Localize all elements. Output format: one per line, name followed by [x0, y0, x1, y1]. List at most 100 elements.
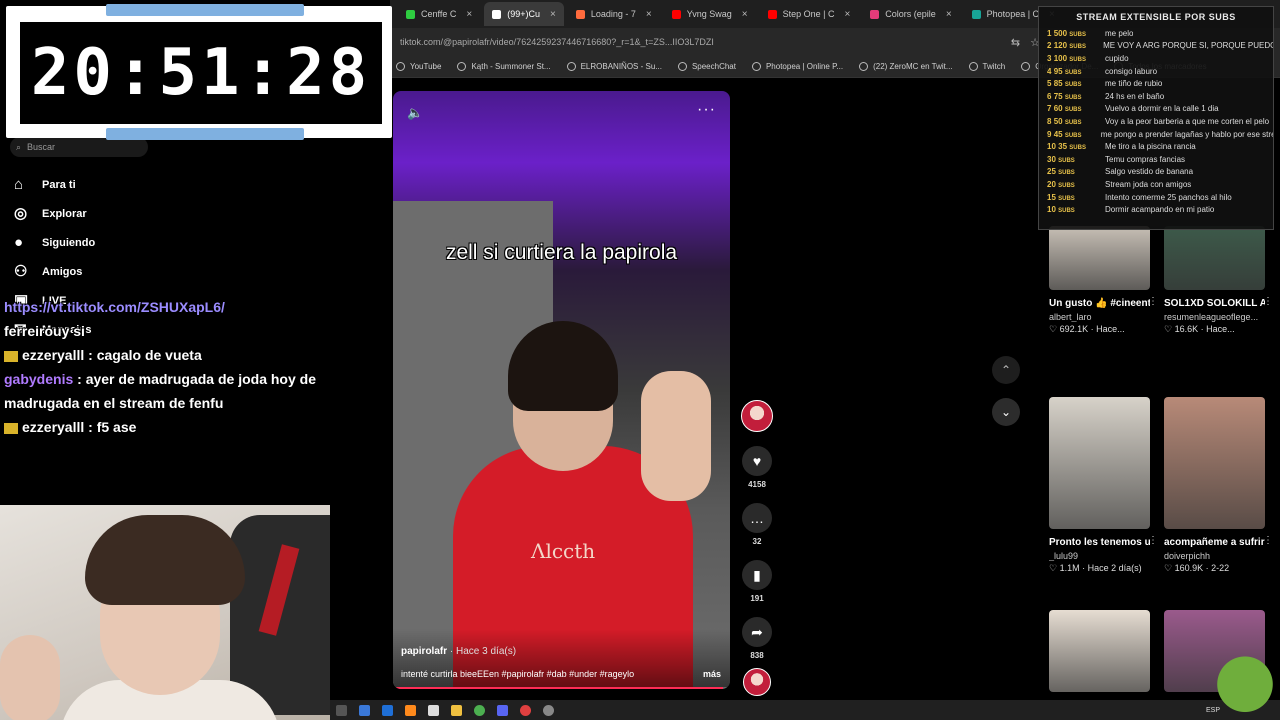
bookmark-item[interactable]: Twitch — [968, 62, 1005, 71]
video-author[interactable]: _lulu99 — [1049, 551, 1150, 561]
bookmark-label: Kąth - Summoner St... — [471, 62, 551, 71]
video-thumbnail[interactable] — [1164, 226, 1265, 290]
close-icon[interactable]: × — [844, 9, 850, 20]
discord-icon[interactable] — [497, 704, 508, 716]
url-text[interactable]: tiktok.com/@papirolafr/video/76242592374… — [400, 37, 714, 47]
app-icon[interactable] — [543, 704, 554, 716]
related-video-card[interactable] — [1049, 610, 1150, 692]
subs-goal-amount: 60 — [1053, 104, 1063, 114]
subs-unit: SUBS — [1058, 170, 1075, 177]
bookmark-icon[interactable]: ▮ — [742, 560, 772, 590]
browser-tab[interactable]: Colors (epile × — [862, 2, 959, 26]
pepe-emote — [1210, 655, 1280, 720]
video-author[interactable]: papirolafr · Hace 3 día(s) — [401, 646, 516, 657]
video-title[interactable]: Un gusto 👍 #cineentiktok... — [1049, 296, 1150, 311]
start-icon[interactable] — [336, 704, 347, 716]
related-video-card[interactable]: Pronto les tenemos una..._lulu99 ♡ 1.1M ·… — [1049, 397, 1158, 574]
files-icon[interactable] — [359, 704, 370, 716]
sidebar-item-para-ti[interactable]: ⌂ Para ti — [14, 170, 214, 199]
chat-link[interactable]: https://vt.tiktok.com/ZSHUXapL6/ — [4, 299, 225, 315]
chat-username[interactable]: ferreirouy — [4, 323, 69, 339]
related-video-card[interactable]: Un gusto 👍 #cineentiktok...albert_laro ♡ … — [1049, 226, 1158, 335]
video-thumbnail[interactable] — [1049, 397, 1150, 529]
video-title[interactable]: acompañeme a sufrir!! jajaja #fy... — [1164, 535, 1265, 550]
subs-title: STREAM EXTENSIBLE POR SUBS — [1076, 12, 1236, 22]
video-author[interactable]: doiverpichh — [1164, 551, 1265, 561]
browser-tab[interactable]: Loading - 7 × — [568, 2, 660, 26]
video-author-name[interactable]: papirolafr — [401, 646, 447, 657]
heart-icon[interactable]: ♥ — [742, 446, 772, 476]
subs-goal-row: 2 120 SUBS ME VOY A ARG PORQUE SI, PORQUE… — [1039, 40, 1273, 53]
close-icon[interactable]: × — [466, 9, 472, 20]
subs-goal-row: 25 SUBS Salgo vestido de banana — [1039, 166, 1273, 179]
video-author[interactable]: resumenleagueoflege... — [1164, 312, 1265, 322]
related-video-card[interactable]: SOL1XD SOLOKILL A FAKER#...resumenleague… — [1164, 226, 1273, 335]
save-action[interactable]: ▮ 191 — [742, 560, 772, 603]
subs-unit: SUBS — [1064, 94, 1082, 101]
more-options-icon[interactable]: ⋮ — [1148, 535, 1158, 546]
sidebar-item-explorar[interactable]: ◎ Explorar — [14, 199, 214, 228]
chat-username[interactable]: ezzeryalll — [22, 419, 84, 435]
video-author[interactable]: albert_laro — [1049, 312, 1150, 322]
video-stats: ♡ 160.9K · 2-22 — [1164, 563, 1265, 574]
subs-goal-overlay: STREAM EXTENSIBLE POR SUBS 1 500 SUBS me … — [1038, 6, 1274, 230]
more-button[interactable]: más — [703, 669, 721, 679]
video-player[interactable]: Λlccth zell si curtiera la papirola 🔈 ··… — [393, 91, 730, 689]
app-icon[interactable] — [405, 704, 416, 716]
chat-username[interactable]: gabydenis — [4, 371, 73, 387]
app-icon[interactable] — [520, 704, 531, 716]
chevron-up-icon[interactable]: ⌃ — [992, 356, 1020, 384]
subs-goal-row: 5 85 SUBS me tiño de rubio — [1039, 77, 1273, 90]
video-thumbnail[interactable] — [1049, 610, 1150, 692]
sidebar-item-siguiendo[interactable]: ● Siguiendo — [14, 228, 214, 257]
subs-goal-amount: 45 — [1053, 129, 1063, 139]
browser-tab[interactable]: Yvng Swag × — [664, 2, 756, 26]
close-icon[interactable]: × — [742, 9, 748, 20]
chrome-icon[interactable] — [474, 704, 485, 716]
comment-icon[interactable]: … — [742, 503, 772, 533]
subs-goal-count: 30 SUBS — [1047, 155, 1105, 164]
search-input[interactable]: ⌕ Buscar — [10, 137, 148, 157]
video-progress[interactable] — [393, 687, 730, 689]
related-video-card[interactable]: acompañeme a sufrir!! jajaja #fy...doive… — [1164, 397, 1273, 574]
chevron-down-icon[interactable]: ⌄ — [992, 398, 1020, 426]
bookmark-item[interactable]: ELROBANIÑOS - Su... — [566, 62, 662, 71]
volume-icon[interactable]: 🔈 — [407, 105, 423, 121]
translate-icon[interactable]: ⇆ — [1011, 36, 1020, 49]
stream-chat: https://vt.tiktok.com/ZSHUXapL6/ferreiro… — [4, 295, 384, 439]
more-options-icon[interactable]: ··· — [697, 101, 716, 119]
like-action[interactable]: ♥ 4158 — [742, 446, 772, 489]
share-icon[interactable]: ➦ — [742, 617, 772, 647]
chat-username[interactable]: ezzeryalll — [22, 347, 84, 363]
more-options-icon[interactable]: ⋮ — [1148, 296, 1158, 307]
sidebar-item-amigos[interactable]: ⚇ Amigos — [14, 257, 214, 286]
subs-goal-text: consigo laburo — [1105, 66, 1158, 76]
chat-text: : f5 ase — [88, 419, 137, 435]
bookmark-item[interactable]: SpeechChat — [677, 62, 736, 71]
sound-avatar[interactable] — [743, 668, 771, 696]
video-title[interactable]: SOL1XD SOLOKILL A FAKER#... — [1164, 296, 1265, 311]
more-options-icon[interactable]: ⋮ — [1263, 296, 1273, 307]
browser-tab[interactable]: (99+)Cu × — [484, 2, 564, 26]
bookmark-item[interactable]: (22) ZeroMC en Twit... — [859, 62, 953, 71]
close-icon[interactable]: × — [550, 9, 556, 20]
browser-tab[interactable]: Cenffe C × — [398, 2, 480, 26]
creator-avatar[interactable] — [741, 400, 773, 432]
close-icon[interactable]: × — [646, 9, 652, 20]
app-icon[interactable] — [382, 704, 393, 716]
browser-tab[interactable]: Step One | C × — [760, 2, 859, 26]
video-title[interactable]: Pronto les tenemos una... — [1049, 535, 1150, 550]
crown-badge-icon — [4, 350, 18, 362]
bookmark-item[interactable]: Photopea | Online P... — [751, 62, 843, 71]
close-icon[interactable]: × — [946, 9, 952, 20]
more-options-icon[interactable]: ⋮ — [1263, 535, 1273, 546]
video-likes: ♡ 16.6K — [1164, 324, 1199, 334]
share-action[interactable]: ➦ 838 — [742, 617, 772, 660]
video-thumbnail[interactable] — [1164, 397, 1265, 529]
comment-action[interactable]: … 32 — [742, 503, 772, 546]
app-icon[interactable] — [428, 704, 439, 716]
bookmark-item[interactable]: Kąth - Summoner St... — [457, 62, 551, 71]
video-thumbnail[interactable] — [1049, 226, 1150, 290]
folder-icon[interactable] — [451, 704, 462, 716]
bookmark-item[interactable]: YouTube — [396, 62, 441, 71]
